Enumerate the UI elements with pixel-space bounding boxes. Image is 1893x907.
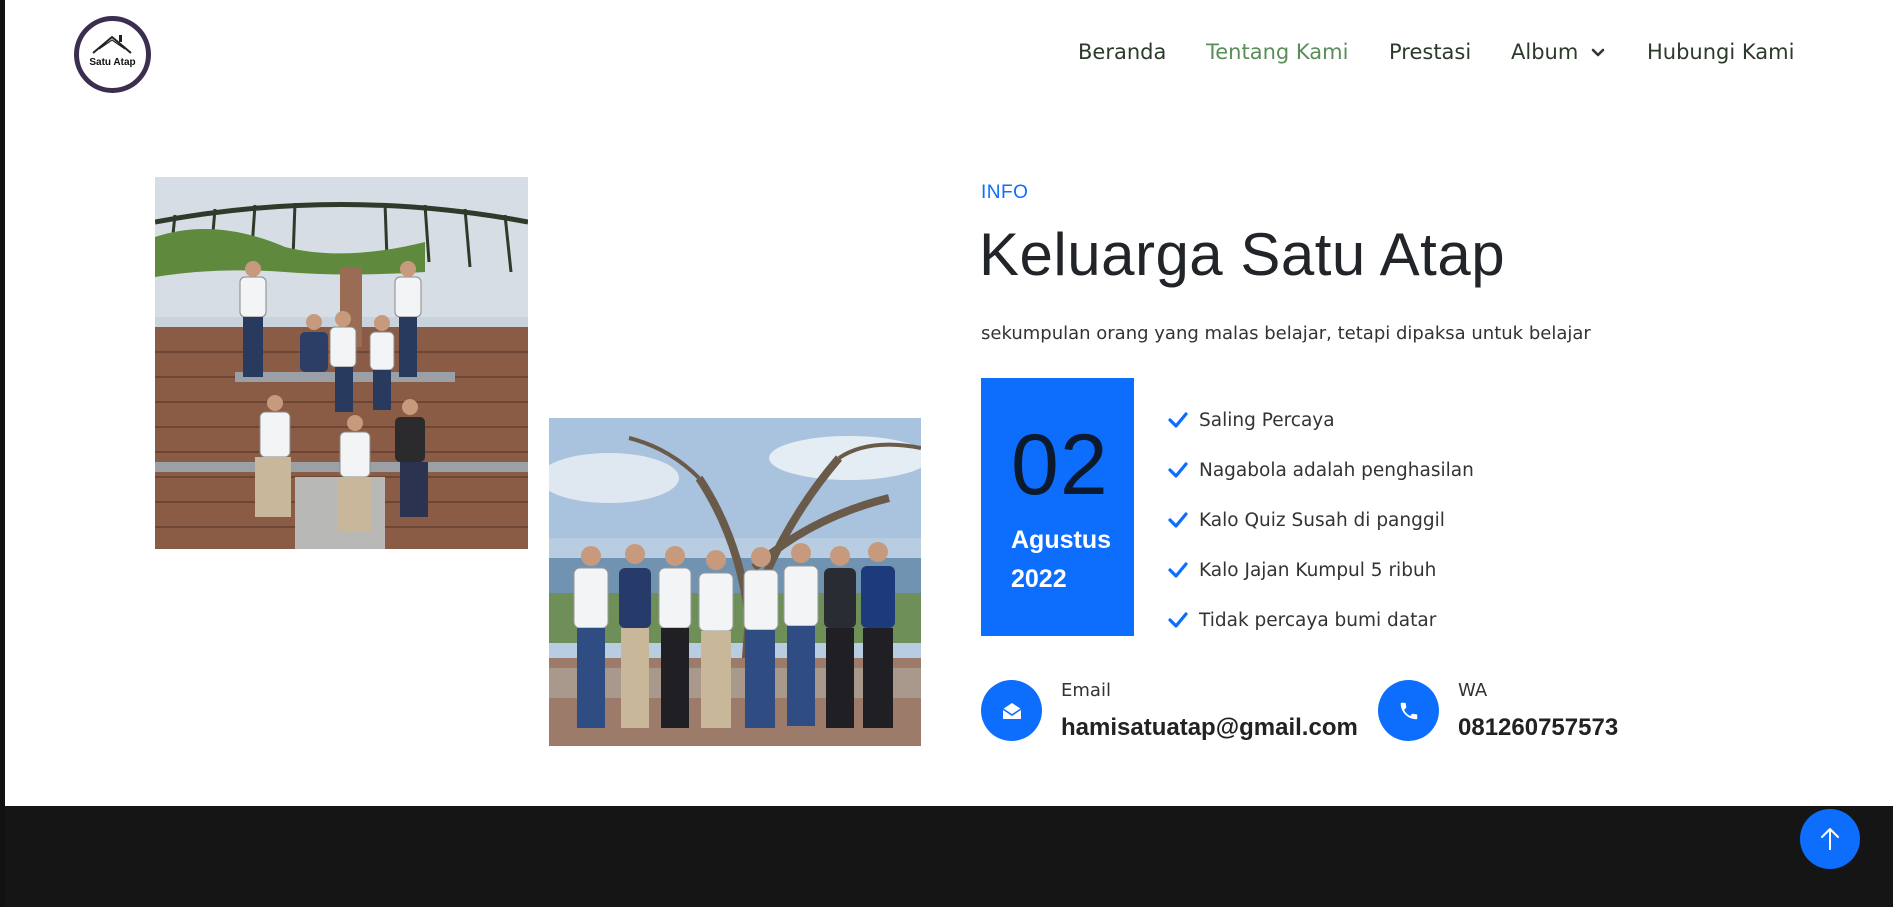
check-icon: [1168, 612, 1188, 628]
nav-album[interactable]: Album: [1511, 40, 1605, 64]
page: Satu Atap Beranda Tentang Kami Prestasi …: [5, 0, 1893, 806]
contact-wa-label: WA: [1458, 680, 1488, 701]
list-item: Nagabola adalah penghasilan: [1167, 445, 1474, 495]
list-item: Kalo Quiz Susah di panggil: [1167, 495, 1474, 545]
nav-album-label: Album: [1511, 40, 1579, 64]
nav-beranda[interactable]: Beranda: [1078, 40, 1166, 64]
check-icon: [1168, 462, 1188, 478]
nav-prestasi[interactable]: Prestasi: [1389, 40, 1471, 64]
section-title: Keluarga Satu Atap: [979, 221, 1506, 288]
contact-email-value[interactable]: hamisatuatap@gmail.com: [1061, 714, 1358, 742]
list-item: Tidak percaya bumi datar: [1167, 595, 1474, 645]
back-to-top-button[interactable]: [1800, 809, 1860, 869]
date-year: 2022: [1011, 565, 1067, 593]
date-month: Agustus: [1011, 526, 1111, 554]
chevron-down-icon: [1591, 48, 1605, 57]
feature-list: Saling Percaya Nagabola adalah penghasil…: [1167, 395, 1474, 645]
date-badge: 02 Agustus 2022: [981, 378, 1134, 636]
nav-hubungi-kami[interactable]: Hubungi Kami: [1647, 40, 1794, 64]
feature-text: Tidak percaya bumi datar: [1199, 609, 1437, 631]
feature-text: Kalo Jajan Kumpul 5 ribuh: [1199, 559, 1437, 581]
check-icon: [1168, 412, 1188, 428]
check-icon: [1168, 562, 1188, 578]
phone-icon: [1378, 680, 1439, 741]
feature-text: Kalo Quiz Susah di panggil: [1199, 509, 1445, 531]
group-photo-steps: [155, 177, 528, 549]
feature-text: Nagabola adalah penghasilan: [1199, 459, 1474, 481]
list-item: Kalo Jajan Kumpul 5 ribuh: [1167, 545, 1474, 595]
date-day: 02: [1011, 417, 1109, 513]
section-subtitle: sekumpulan orang yang malas belajar, tet…: [981, 323, 1591, 344]
group-photo-lake: [549, 418, 921, 746]
main-nav: Beranda Tentang Kami Prestasi Album Hubu…: [5, 40, 1893, 72]
contact-email-label: Email: [1061, 680, 1111, 701]
arrow-up-icon: [1821, 828, 1839, 850]
footer: [5, 806, 1893, 907]
list-item: Saling Percaya: [1167, 395, 1474, 445]
section-eyebrow: INFO: [981, 182, 1029, 203]
feature-text: Saling Percaya: [1199, 409, 1335, 431]
check-icon: [1168, 512, 1188, 528]
envelope-open-icon: [981, 680, 1042, 741]
nav-tentang-kami[interactable]: Tentang Kami: [1206, 40, 1348, 64]
contact-wa-value[interactable]: 081260757573: [1458, 714, 1618, 742]
